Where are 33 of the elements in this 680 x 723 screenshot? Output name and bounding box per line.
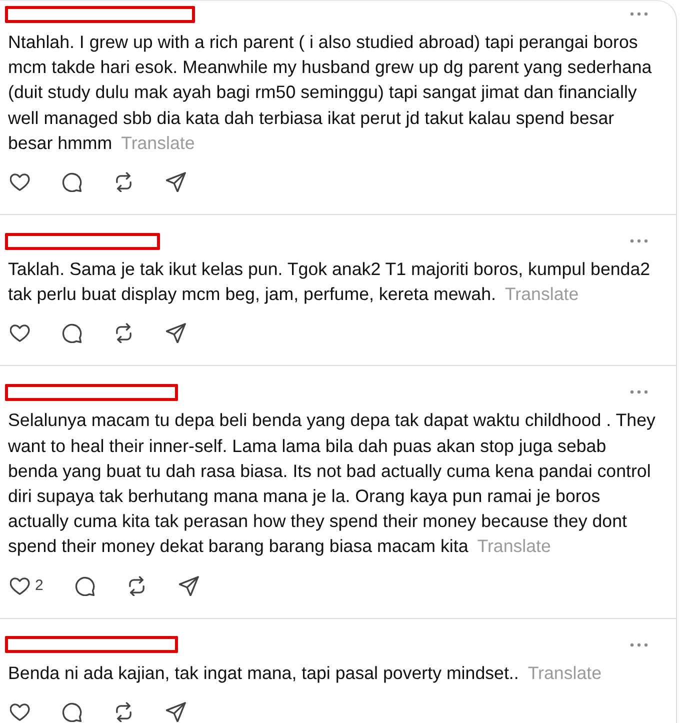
more-icon (630, 12, 648, 16)
comment-text: Taklah. Sama je tak ikut kelas pun. Tgok anak2 T1 majoriti boros, kumpul benda2 tak perlu buat display mcm beg, jam, perfume, kereta mewah. Translate (8, 258, 652, 306)
speech-bubble-icon (62, 172, 82, 192)
comment-text: Ntahlah. I grew up with a rich parent ( i also studied abroad) tapi perangai boros mcm takde hari esok. Meanwhile my husband grew up dg parent yang sederhana (duit study dulu mak ayah bagi rm50 seminggu) tapi sangat jimat dan financially well managed sbb dia kata dah terbiasa ikat perut jd takut kalau spend besar besar hmmm Translate (8, 31, 653, 155)
comment-text: Benda ni ada kajian, tak ingat mana, tapi pasal poverty mindset.. Translate (8, 662, 603, 685)
speech-bubble-icon (62, 323, 82, 344)
comment-text: Selalunya macam tu depa beli benda yang depa tak dapat waktu childhood . They want to heal their inner-self. Lama lama bila dah puas akan stop juga sebab benda yang buat tu dah rasa biasa. Its not bad actually cuma kena pandai control diri supaya tak berhutang mana mana je la. Orang kaya pun ramai je boros actually cuma kita tak perasan how they spend their money because they dont spend their money dekat barang barang biasa macam kita Translate (8, 409, 656, 558)
heart-icon (10, 576, 30, 596)
heart-icon (10, 702, 30, 722)
more-options-button[interactable] (630, 390, 648, 394)
speech-bubble-icon (62, 702, 82, 722)
more-icon (630, 642, 648, 647)
speech-bubble-icon (75, 576, 96, 596)
more-options-button[interactable] (630, 642, 648, 647)
like-button[interactable]: 2 (4, 568, 50, 604)
more-options-button[interactable] (630, 12, 648, 16)
heart-icon (10, 323, 30, 344)
translate-link[interactable]: Translate (504, 284, 579, 304)
repost-icon (114, 702, 134, 722)
translate-link[interactable]: Translate (528, 662, 602, 683)
paper-plane-icon (179, 576, 200, 596)
repost-icon (114, 323, 134, 344)
more-icon (630, 390, 648, 394)
more-icon (630, 239, 648, 244)
repost-icon (127, 576, 148, 596)
heart-icon (10, 172, 30, 192)
translate-link[interactable]: Translate (477, 536, 551, 556)
repost-icon (114, 172, 134, 192)
paper-plane-icon (166, 323, 186, 344)
more-options-button[interactable] (630, 239, 648, 244)
translate-link[interactable]: Translate (121, 132, 195, 153)
paper-plane-icon (166, 172, 186, 192)
paper-plane-icon (166, 702, 186, 722)
